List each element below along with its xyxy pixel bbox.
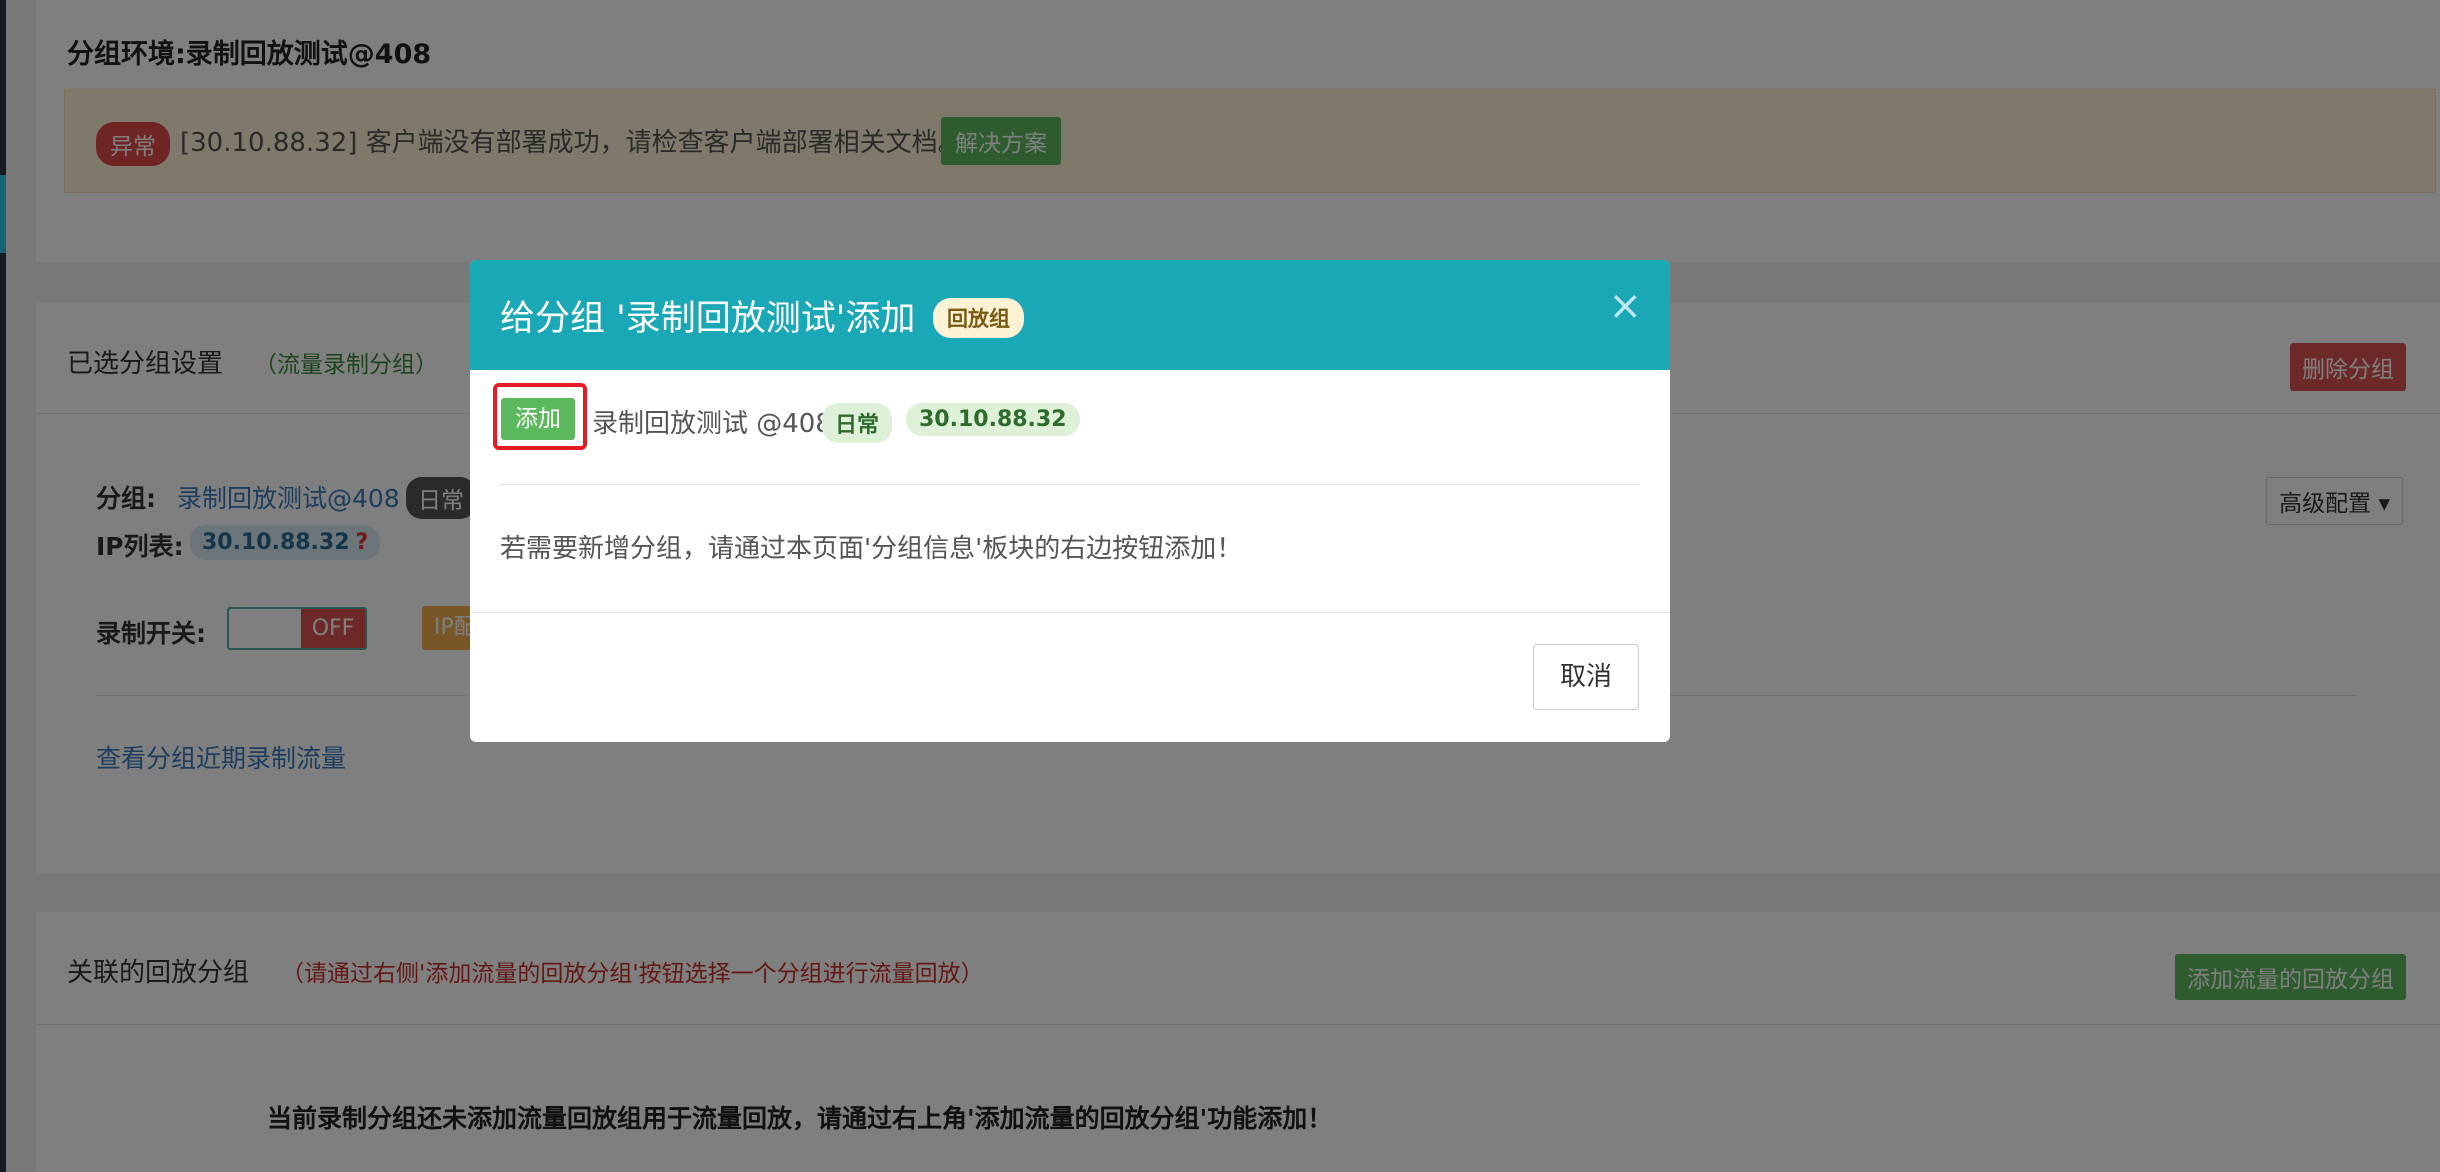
modal-title: 给分组 '录制回放测试'添加 [500, 299, 916, 339]
env-tag: 日常 [822, 403, 893, 443]
modal-footer-divider [470, 612, 1670, 613]
modal-header: 给分组 '录制回放测试'添加 回放组 × [470, 260, 1670, 370]
close-icon[interactable]: × [1608, 286, 1642, 326]
cancel-button[interactable]: 取消 [1533, 644, 1639, 710]
add-button[interactable]: 添加 [501, 398, 575, 440]
modal-tip: 若需要新增分组，请通过本页面'分组信息'板块的右边按钮添加！ [500, 534, 1243, 564]
add-group-modal: 给分组 '录制回放测试'添加 回放组 × 添加 录制回放测试 @408 日常 3… [470, 260, 1670, 742]
modal-divider [499, 484, 1640, 485]
ip-tag-modal: 30.10.88.32 [906, 403, 1080, 436]
replay-group-tag: 回放组 [933, 298, 1024, 338]
group-name: 录制回放测试 @408 [592, 409, 832, 439]
